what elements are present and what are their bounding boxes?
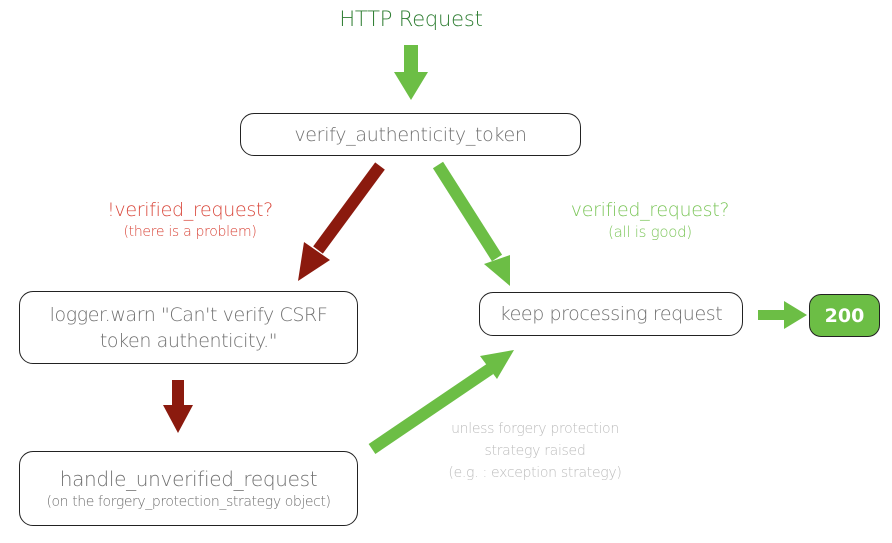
arrow-verify-to-keep xyxy=(432,161,510,286)
not-verified-note: (there is a problem) xyxy=(123,224,257,240)
arrow-keep-to-status xyxy=(758,301,807,329)
keep-processing-request-node: keep processing request xyxy=(479,292,743,336)
unless-line2: strategy raised xyxy=(484,443,586,459)
http-request-label: HTTP Request xyxy=(339,7,483,31)
arrow-logger-to-handle xyxy=(163,380,193,433)
keep-node-label: keep processing request xyxy=(499,303,723,325)
unless-line3: (e.g. : exception strategy) xyxy=(448,465,622,481)
handle-node-sublabel: (on the forgery_protection_strategy obje… xyxy=(46,493,331,510)
not-verified-edge-label: !verified_request? (there is a problem) xyxy=(60,198,320,242)
unless-raised-edge-label: unless forgery protection strategy raise… xyxy=(420,418,650,484)
verify-node-label: verify_authenticity_token xyxy=(294,123,527,146)
verified-condition: verified_request? xyxy=(570,199,730,221)
logger-node-line2: token authenticity." xyxy=(99,329,278,352)
verified-note: (all is good) xyxy=(608,223,692,241)
verified-edge-label: verified_request? (all is good) xyxy=(540,198,760,242)
arrow-request-to-verify xyxy=(394,45,428,100)
logger-node-line1: logger.warn "Can't verify CSRF xyxy=(49,303,328,326)
status-code-label: 200 xyxy=(824,304,865,327)
handle-node-label: handle_unverified_request xyxy=(59,466,318,491)
verify-authenticity-token-node: verify_authenticity_token xyxy=(240,113,581,156)
unless-line1: unless forgery protection xyxy=(451,421,619,437)
handle-unverified-request-node: handle_unverified_request (on the forger… xyxy=(19,451,358,526)
not-verified-condition: !verified_request? xyxy=(107,199,273,221)
logger-warn-node: logger.warn "Can't verify CSRF token aut… xyxy=(19,291,358,364)
status-200-node: 200 xyxy=(809,294,880,337)
